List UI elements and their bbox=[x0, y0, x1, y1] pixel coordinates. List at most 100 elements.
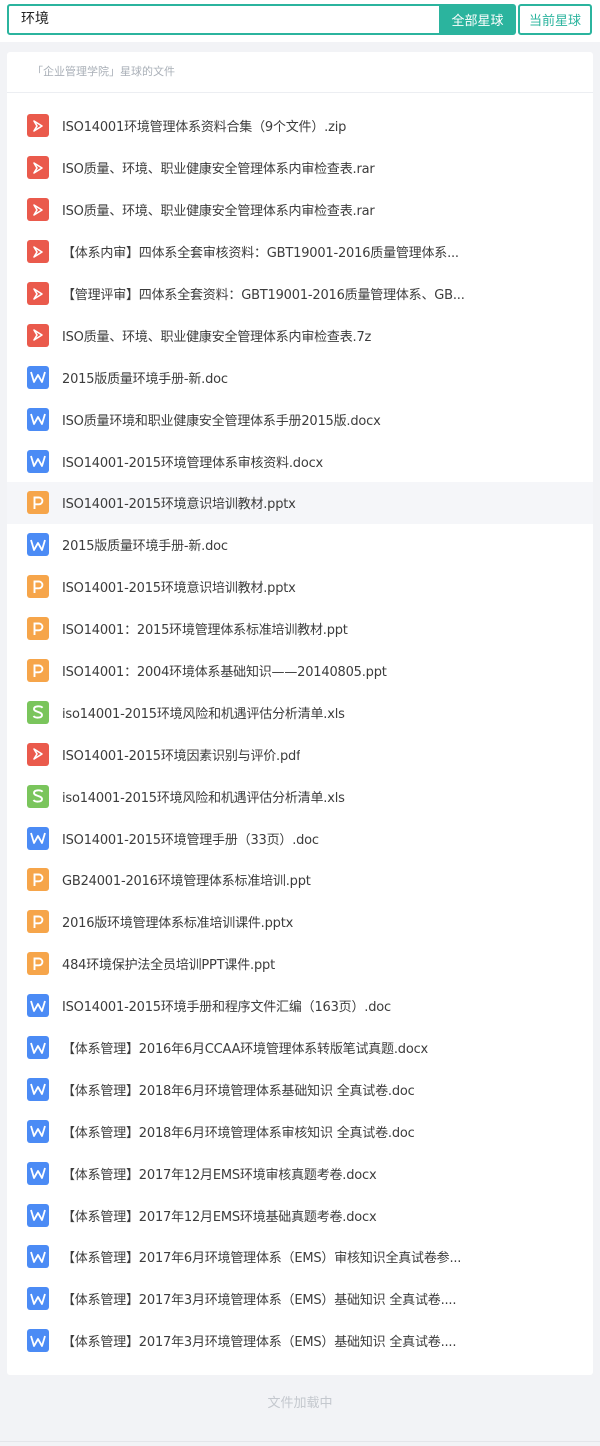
file-item[interactable]: ISO14001-2015环境意识培训教材.pptx bbox=[7, 566, 593, 608]
file-name: 【体系管理】2017年3月环境管理体系（EMS）基础知识 全真试卷.... bbox=[62, 1293, 457, 1309]
word-icon bbox=[27, 1329, 49, 1353]
file-item[interactable]: 2015版质量环境手册-新.doc bbox=[7, 524, 593, 566]
word-icon bbox=[27, 407, 49, 431]
file-name: 484环境保护法全员培训PPT课件.ppt bbox=[62, 958, 275, 974]
word-icon bbox=[27, 449, 49, 473]
file-item[interactable]: 【体系管理】2016年6月CCAA环境管理体系转版笔试真题.docx bbox=[7, 1027, 593, 1069]
file-name: ISO14001：2015环境管理体系标准培训教材.ppt bbox=[62, 623, 348, 639]
ppt-icon bbox=[27, 659, 49, 683]
pdf-icon bbox=[27, 240, 49, 264]
file-item[interactable]: 2015版质量环境手册-新.doc bbox=[7, 356, 593, 398]
pdf-icon bbox=[27, 156, 49, 180]
ppt-icon bbox=[27, 491, 49, 515]
file-item[interactable]: 2016版环境管理体系标准培训课件.pptx bbox=[7, 901, 593, 943]
ppt-icon bbox=[27, 952, 49, 976]
file-item[interactable]: ISO14001环境管理体系资料合集（9个文件）.zip bbox=[7, 105, 593, 147]
file-item[interactable]: ISO14001：2015环境管理体系标准培训教材.ppt bbox=[7, 608, 593, 650]
file-item[interactable]: ISO质量、环境、职业健康安全管理体系内审检查表.rar bbox=[7, 147, 593, 189]
file-item[interactable]: iso14001-2015环境风险和机遇评估分析清单.xls bbox=[7, 775, 593, 817]
file-item[interactable]: 【体系管理】2018年6月环境管理体系基础知识 全真试卷.doc bbox=[7, 1068, 593, 1110]
file-name: 【体系管理】2017年6月环境管理体系（EMS）审核知识全真试卷参... bbox=[62, 1251, 462, 1267]
file-name: 【体系管理】2017年3月环境管理体系（EMS）基础知识 全真试卷.... bbox=[62, 1335, 457, 1351]
file-name: ISO质量、环境、职业健康安全管理体系内审检查表.7z bbox=[62, 329, 372, 345]
file-name: ISO14001-2015环境因素识别与评价.pdf bbox=[62, 748, 301, 764]
file-item[interactable]: 【体系管理】2017年12月EMS环境审核真题考卷.docx bbox=[7, 1152, 593, 1194]
file-name: ISO14001-2015环境意识培训教材.pptx bbox=[62, 581, 296, 597]
file-name: ISO14001：2004环境体系基础知识——20140805.ppt bbox=[62, 665, 387, 681]
file-name: 【体系管理】2018年6月环境管理体系审核知识 全真试卷.doc bbox=[62, 1125, 415, 1141]
all-planets-button[interactable]: 全部星球 bbox=[439, 4, 516, 35]
file-name: ISO质量环境和职业健康安全管理体系手册2015版.docx bbox=[62, 413, 381, 429]
current-planet-button[interactable]: 当前星球 bbox=[518, 4, 592, 35]
search-input[interactable] bbox=[9, 6, 439, 33]
file-item[interactable]: 【管理评审】四体系全套资料：GBT19001-2016质量管理体系、GB... bbox=[7, 273, 593, 315]
file-name: iso14001-2015环境风险和机遇评估分析清单.xls bbox=[62, 706, 345, 722]
word-icon bbox=[27, 533, 49, 557]
loading-text: 文件加载中 bbox=[267, 1396, 333, 1411]
file-name: 2015版质量环境手册-新.doc bbox=[62, 539, 228, 555]
file-item[interactable]: iso14001-2015环境风险和机遇评估分析清单.xls bbox=[7, 691, 593, 733]
excel-icon bbox=[27, 700, 49, 724]
file-name: ISO14001-2015环境意识培训教材.pptx bbox=[62, 497, 296, 513]
file-name: ISO14001-2015环境管理体系审核资料.docx bbox=[62, 455, 324, 471]
pdf-icon bbox=[27, 282, 49, 305]
file-item[interactable]: GB24001-2016环境管理体系标准培训.ppt bbox=[7, 859, 593, 901]
word-icon bbox=[27, 1245, 49, 1269]
file-item[interactable]: 【体系管理】2017年6月环境管理体系（EMS）审核知识全真试卷参... bbox=[7, 1236, 593, 1278]
file-name: 【体系管理】2017年12月EMS环境基础真题考卷.docx bbox=[62, 1209, 377, 1225]
file-name: ISO质量、环境、职业健康安全管理体系内审检查表.rar bbox=[62, 162, 375, 178]
word-icon bbox=[27, 1161, 49, 1185]
file-item[interactable]: ISO质量、环境、职业健康安全管理体系内审检查表.7z bbox=[7, 314, 593, 356]
file-name: 【体系管理】2016年6月CCAA环境管理体系转版笔试真题.docx bbox=[62, 1042, 429, 1058]
file-item[interactable]: ISO14001-2015环境管理体系审核资料.docx bbox=[7, 440, 593, 482]
word-icon bbox=[27, 1119, 49, 1143]
file-name: 【体系管理】2018年6月环境管理体系基础知识 全真试卷.doc bbox=[62, 1083, 415, 1099]
ppt-icon bbox=[27, 868, 49, 892]
file-item[interactable]: 【体系内审】四体系全套审核资料：GBT19001-2016质量管理体系... bbox=[7, 231, 593, 273]
file-item[interactable]: ISO14001-2015环境因素识别与评价.pdf bbox=[7, 733, 593, 775]
pdf-icon bbox=[27, 742, 49, 766]
file-list-card: 「企业管理学院」星球的文件 ISO14001环境管理体系资料合集（9个文件）.z… bbox=[7, 52, 593, 1375]
file-item[interactable]: 【体系管理】2017年3月环境管理体系（EMS）基础知识 全真试卷.... bbox=[7, 1278, 593, 1320]
file-item[interactable]: 【体系管理】2017年12月EMS环境基础真题考卷.docx bbox=[7, 1194, 593, 1236]
file-item[interactable]: ISO质量、环境、职业健康安全管理体系内审检查表.rar bbox=[7, 189, 593, 231]
word-icon bbox=[27, 1287, 49, 1311]
file-item[interactable]: ISO14001：2004环境体系基础知识——20140805.ppt bbox=[7, 650, 593, 692]
file-item[interactable]: ISO14001-2015环境手册和程序文件汇编（163页）.doc bbox=[7, 985, 593, 1027]
search-bar: 全部星球 当前星球 bbox=[0, 0, 600, 42]
file-item[interactable]: ISO14001-2015环境意识培训教材.pptx bbox=[7, 482, 593, 524]
ppt-icon bbox=[27, 617, 49, 641]
card-header-title: 「企业管理学院」星球的文件 bbox=[7, 52, 593, 93]
word-icon bbox=[27, 826, 49, 850]
word-icon bbox=[27, 365, 49, 389]
file-name: iso14001-2015环境风险和机遇评估分析清单.xls bbox=[62, 790, 345, 806]
file-name: ISO14001环境管理体系资料合集（9个文件）.zip bbox=[62, 120, 347, 136]
file-name: ISO质量、环境、职业健康安全管理体系内审检查表.rar bbox=[62, 204, 375, 220]
pdf-icon bbox=[27, 323, 49, 347]
pdf-icon bbox=[27, 198, 49, 222]
file-item[interactable]: ISO14001-2015环境管理手册（33页）.doc bbox=[7, 817, 593, 859]
file-item[interactable]: ISO质量环境和职业健康安全管理体系手册2015版.docx bbox=[7, 398, 593, 440]
file-name: ISO14001-2015环境手册和程序文件汇编（163页）.doc bbox=[62, 1000, 391, 1016]
ppt-icon bbox=[27, 910, 49, 934]
word-icon bbox=[27, 994, 49, 1018]
word-icon bbox=[27, 1077, 49, 1101]
word-icon bbox=[27, 1203, 49, 1227]
ppt-icon bbox=[27, 575, 49, 599]
file-list: ISO14001环境管理体系资料合集（9个文件）.zip ISO质量、环境、职业健… bbox=[7, 105, 593, 1362]
word-icon bbox=[27, 1036, 49, 1060]
excel-icon bbox=[27, 784, 49, 808]
file-item[interactable]: 【体系管理】2018年6月环境管理体系审核知识 全真试卷.doc bbox=[7, 1110, 593, 1152]
file-name: GB24001-2016环境管理体系标准培训.ppt bbox=[62, 874, 311, 890]
divider bbox=[0, 1441, 600, 1442]
file-item[interactable]: 484环境保护法全员培训PPT课件.ppt bbox=[7, 943, 593, 985]
search-box: 全部星球 bbox=[7, 4, 516, 35]
file-name: 2015版质量环境手册-新.doc bbox=[62, 371, 228, 387]
pdf-icon bbox=[27, 114, 49, 138]
file-name: 2016版环境管理体系标准培训课件.pptx bbox=[62, 916, 294, 932]
file-name: ISO14001-2015环境管理手册（33页）.doc bbox=[62, 832, 319, 848]
file-name: 【管理评审】四体系全套资料：GBT19001-2016质量管理体系、GB... bbox=[62, 288, 465, 303]
file-name: 【体系管理】2017年12月EMS环境审核真题考卷.docx bbox=[62, 1167, 377, 1183]
file-name: 【体系内审】四体系全套审核资料：GBT19001-2016质量管理体系... bbox=[62, 246, 459, 262]
file-item[interactable]: 【体系管理】2017年3月环境管理体系（EMS）基础知识 全真试卷.... bbox=[7, 1320, 593, 1362]
